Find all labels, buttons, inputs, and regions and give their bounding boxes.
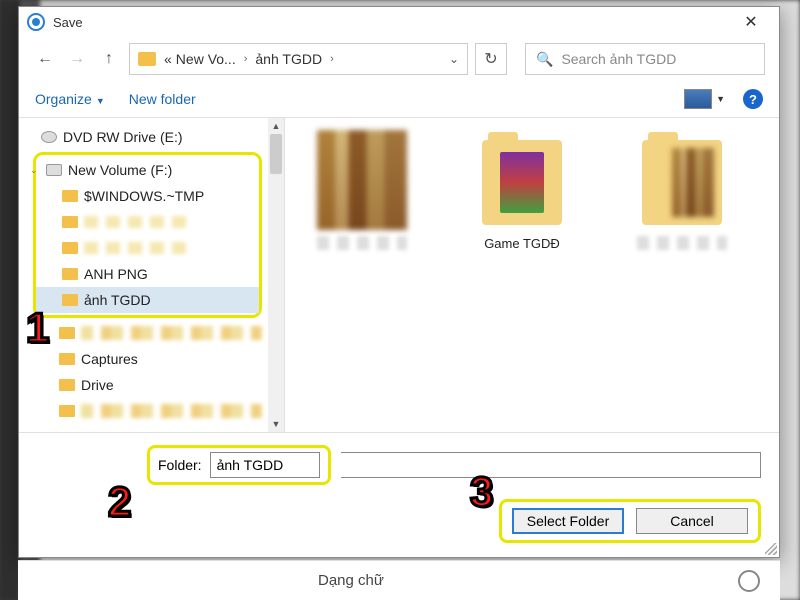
tree-item[interactable] xyxy=(59,398,262,424)
breadcrumb-seg[interactable]: New Vo... xyxy=(176,51,236,67)
breadcrumb-seg[interactable]: ảnh TGDD xyxy=(255,51,322,67)
close-icon[interactable]: ✕ xyxy=(731,12,771,32)
folder-label: Folder: xyxy=(158,457,202,473)
folder-icon xyxy=(62,216,78,228)
app-icon xyxy=(27,13,45,31)
view-mode-button[interactable] xyxy=(684,89,712,109)
window-title: Save xyxy=(53,15,83,30)
background-app-strip: Dạng chữ xyxy=(18,560,780,600)
chevron-down-icon[interactable]: ▼ xyxy=(716,94,725,104)
titlebar: Save ✕ xyxy=(19,7,779,37)
item-label xyxy=(317,236,407,250)
tree-item-dvd[interactable]: DVD RW Drive (E:) xyxy=(19,124,284,150)
folder-icon xyxy=(62,294,78,306)
drive-icon xyxy=(46,164,62,176)
tree-item[interactable] xyxy=(36,209,259,235)
folder-icon xyxy=(62,242,78,254)
scrollbar-thumb[interactable] xyxy=(270,134,282,174)
folder-icon xyxy=(59,353,75,365)
cancel-button[interactable]: Cancel xyxy=(636,508,748,534)
back-button[interactable]: ← xyxy=(33,47,57,71)
folder-icon xyxy=(642,140,722,225)
tree-item[interactable]: Drive xyxy=(19,372,284,398)
tree-item[interactable] xyxy=(59,320,262,346)
dialog-footer: Folder: Select Folder Cancel xyxy=(19,432,779,557)
save-dialog: Save ✕ ← → ↑ « New Vo... › ảnh TGDD › ⌄ … xyxy=(18,6,780,558)
search-icon: 🔍 xyxy=(536,51,553,68)
tree-item-selected[interactable]: ảnh TGDD xyxy=(36,287,259,313)
chevron-down-icon[interactable]: ⌄ xyxy=(449,52,459,66)
radio-icon xyxy=(738,570,760,592)
list-item[interactable] xyxy=(297,130,427,250)
nav-row: ← → ↑ « New Vo... › ảnh TGDD › ⌄ ↻ 🔍 Sea… xyxy=(19,37,779,81)
tree-item[interactable]: Captures xyxy=(19,346,284,372)
dialog-body: DVD RW Drive (E:) ⌄ New Volume (F:) $WIN… xyxy=(19,117,779,432)
action-buttons-highlight: Select Folder Cancel xyxy=(499,499,761,543)
tree-item[interactable]: ANH PNG xyxy=(36,261,259,287)
folder-icon xyxy=(482,140,562,225)
scroll-up-icon[interactable]: ▲ xyxy=(268,118,284,134)
search-placeholder: Search ảnh TGDD xyxy=(561,51,676,67)
organize-menu[interactable]: Organize▼ xyxy=(35,91,105,107)
refresh-button[interactable]: ↻ xyxy=(475,43,507,75)
folder-icon xyxy=(59,405,75,417)
chevron-right-icon: › xyxy=(326,53,338,65)
list-item[interactable]: Game TGDĐ xyxy=(457,130,587,251)
folder-field-highlight: Folder: xyxy=(147,445,331,485)
breadcrumb-prefix: « xyxy=(164,51,172,67)
folder-icon xyxy=(138,52,156,66)
item-label: Game TGDĐ xyxy=(484,236,560,251)
select-folder-button[interactable]: Select Folder xyxy=(512,508,624,534)
folder-icon xyxy=(59,379,75,391)
file-view[interactable]: Game TGDĐ xyxy=(285,118,779,432)
up-button[interactable]: ↑ xyxy=(97,47,121,71)
tree-item[interactable] xyxy=(36,235,259,261)
folder-name-input-ext[interactable] xyxy=(341,452,761,478)
folder-tree: DVD RW Drive (E:) ⌄ New Volume (F:) $WIN… xyxy=(19,118,285,432)
folder-icon xyxy=(62,268,78,280)
tree-item[interactable]: $WINDOWS.~TMP xyxy=(36,183,259,209)
folder-name-input[interactable] xyxy=(210,452,320,478)
folder-icon xyxy=(62,190,78,202)
item-label xyxy=(637,236,727,250)
resize-grip[interactable] xyxy=(765,543,777,555)
breadcrumb[interactable]: « New Vo... › ảnh TGDD › ⌄ xyxy=(129,43,468,75)
disc-icon xyxy=(41,131,57,143)
search-input[interactable]: 🔍 Search ảnh TGDD xyxy=(525,43,765,75)
chevron-right-icon: › xyxy=(240,53,252,65)
forward-button[interactable]: → xyxy=(65,47,89,71)
help-icon[interactable]: ? xyxy=(743,89,763,109)
chevron-down-icon: ▼ xyxy=(96,96,105,106)
highlighted-tree-group: ⌄ New Volume (F:) $WINDOWS.~TMP ANH PNG … xyxy=(33,152,262,318)
list-item[interactable] xyxy=(617,130,747,250)
scroll-down-icon[interactable]: ▼ xyxy=(268,416,284,432)
toolbar: Organize▼ New folder ▼ ? xyxy=(19,81,779,117)
tree-scrollbar[interactable]: ▲ ▼ xyxy=(268,118,284,432)
folder-icon xyxy=(59,327,75,339)
chevron-down-icon[interactable]: ⌄ xyxy=(30,165,40,176)
new-folder-button[interactable]: New folder xyxy=(129,91,196,107)
tree-item-volume[interactable]: ⌄ New Volume (F:) xyxy=(36,157,259,183)
